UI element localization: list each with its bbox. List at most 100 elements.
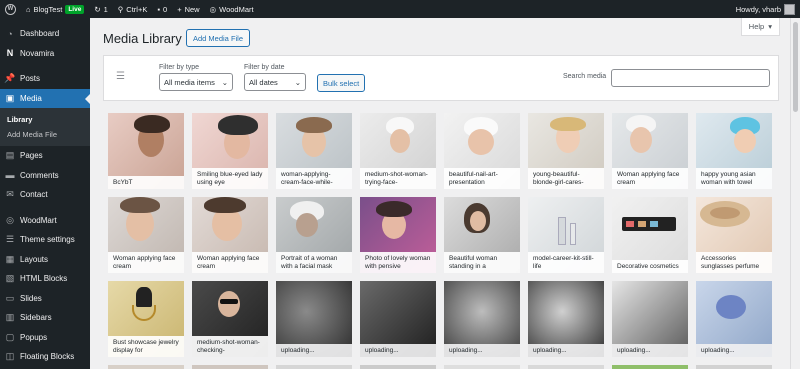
attachment-tile[interactable]: Decorative cosmetics [612, 197, 688, 273]
pages-icon: ▤ [5, 150, 15, 161]
sidebar-item-sidebars[interactable]: ▥ Sidebars [0, 308, 90, 328]
command-palette-menu[interactable]: ⚲ Ctrl+K [113, 0, 153, 18]
attachment-caption: model-career-kit-still-life [528, 252, 604, 273]
attachment-tile[interactable]: medium-shot-woman-trying-face- [360, 113, 436, 189]
scrollbar-thumb[interactable] [793, 22, 798, 112]
chevron-down-icon: ⌄ [221, 77, 228, 87]
attachment-tile[interactable]: beautiful-nail-art-presentation [444, 113, 520, 189]
sidebar-item-comments[interactable]: ▬ Comments [0, 166, 90, 186]
attachment-caption: Portrait of a woman with a facial mask [276, 252, 352, 273]
new-content-menu[interactable]: + New [172, 0, 204, 18]
filter-type-select[interactable]: All media items ⌄ [159, 73, 233, 91]
dashboard-icon: ◔ [7, 28, 13, 39]
sidebar-item-layouts[interactable]: ▦ Layouts [0, 250, 90, 270]
attachment-tile[interactable]: uploading... [360, 281, 436, 357]
sidebar-item-posts[interactable]: 📌 Posts [0, 69, 90, 89]
attachment-tile[interactable]: happy young asian woman with towel [696, 113, 772, 189]
live-badge: Live [65, 4, 85, 14]
sidebar-item-theme-settings[interactable]: ☰ Theme settings [0, 230, 90, 250]
attachment-caption: uploading... [612, 344, 688, 357]
account-menu[interactable]: Howdy, vharb [731, 0, 800, 18]
attachment-tile[interactable]: uploading... [696, 281, 772, 357]
chevron-down-icon: ▾ [768, 22, 772, 31]
media-icon: ▣ [5, 92, 15, 103]
sidebar-item-popups[interactable]: ▢ Popups [0, 328, 90, 348]
attachment-tile[interactable]: uploading... [612, 281, 688, 357]
attachment-tile[interactable]: Beautiful woman standing in a [444, 197, 520, 273]
updates-menu[interactable]: ↻ 1 [89, 0, 112, 18]
search-label: Search media [563, 73, 607, 80]
sidebar-item-dashboard[interactable]: ◔ Dashboard [0, 24, 90, 44]
attachment-caption: uploading... [444, 344, 520, 357]
layouts-icon: ▦ [5, 253, 15, 264]
novamira-icon: N [6, 48, 14, 59]
woodmart-icon: ◎ [209, 4, 217, 14]
filter-date-select[interactable]: All dates ⌄ [244, 73, 306, 91]
view-switcher: ☰ ⊞ [116, 72, 142, 177]
attachment-caption: uploading... [528, 344, 604, 357]
help-label: Help [748, 22, 765, 31]
search-input[interactable] [611, 69, 770, 87]
chevron-down-icon: ⌄ [294, 77, 301, 87]
sidebar-item-html-blocks[interactable]: ▧ HTML Blocks [0, 269, 90, 289]
page-scrollbar[interactable] [790, 18, 800, 369]
sidebars-icon: ▥ [5, 312, 15, 323]
attachment-caption: happy young asian woman with towel [696, 168, 772, 189]
popups-icon: ▢ [5, 331, 15, 342]
comments-icon: ▬ [5, 170, 15, 181]
admin-bar: W ⌂ BlogTest Live ↻ 1 ⚲ Ctrl+K ▪ 0 + New… [0, 0, 800, 18]
list-view-icon[interactable]: ☰ [116, 72, 126, 82]
sidebar-item-slides[interactable]: ▭ Slides [0, 289, 90, 309]
attachment-tile[interactable]: young-beautiful-blonde-girl-cares- [528, 113, 604, 189]
filter-date-group: Filter by date All dates ⌄ [244, 64, 306, 91]
attachment-tile[interactable]: uploading... [528, 281, 604, 357]
attachment-tile[interactable]: Photo of lovely woman with pensive [360, 197, 436, 273]
media-toolbar: ☰ ⊞ Filter by type All media items⌄ Filt… [103, 55, 779, 177]
attachment-caption: Woman applying face cream [612, 168, 688, 189]
attachment-tile[interactable]: uploading... [444, 281, 520, 357]
add-media-file-button[interactable]: Add Media File [186, 29, 251, 47]
woodmart-menu[interactable]: ◎ WoodMart [205, 0, 259, 18]
sidebar-item-contact[interactable]: ✉ Contact [0, 185, 90, 205]
attachment-tile[interactable]: Smiling blue-eyed lady using eye [192, 113, 268, 189]
filter-type-label: Filter by type [159, 64, 200, 71]
comments-menu[interactable]: ▪ 0 [152, 0, 172, 18]
attachment-tile[interactable]: Woman applying face cream [612, 113, 688, 189]
new-label: New [184, 4, 200, 14]
attachment-tile[interactable]: Woman applying face cream [108, 197, 184, 273]
attachment-tile[interactable]: Woman applying face cream [192, 197, 268, 273]
sidebar-item-woodmart[interactable]: ◎ WoodMart [0, 211, 90, 231]
attachment-caption: BcYbT [108, 176, 184, 189]
attachment-caption: Woman applying face cream [108, 252, 184, 273]
sidebar-item-floating-blocks[interactable]: ◫ Floating Blocks [0, 347, 90, 367]
attachment-caption: woman-applying-cream-face-while- [276, 168, 352, 189]
shortcut-label: Ctrl+K [126, 4, 148, 14]
sidebar-item-novamira[interactable]: N Novamira [0, 44, 90, 64]
attachment-tile[interactable]: BcYbT [108, 113, 184, 189]
attachment-tile[interactable]: medium-shot-woman-checking- [192, 281, 268, 357]
site-name-menu[interactable]: ⌂ BlogTest Live [21, 0, 89, 18]
filter-type-group: Filter by type All media items ⌄ [159, 64, 233, 91]
attachment-caption: Accessories sunglasses perfume [696, 252, 772, 273]
attachment-caption: uploading... [360, 344, 436, 357]
attachment-tile[interactable]: Bust showcase jewelry display for [108, 281, 184, 357]
submenu-add-media-file[interactable]: Add Media File [0, 127, 90, 142]
attachment-tile[interactable]: Portrait of a woman with a facial mask [276, 197, 352, 273]
help-button[interactable]: Help ▾ [740, 18, 780, 36]
sidebar-item-media[interactable]: ▣ Media [0, 88, 90, 108]
media-submenu: Library Add Media File [0, 108, 90, 146]
mail-icon: ✉ [6, 189, 14, 200]
home-icon: ⌂ [26, 4, 31, 14]
attachment-caption: medium-shot-woman-trying-face- [360, 168, 436, 189]
wp-logo-menu[interactable]: W [0, 0, 21, 18]
attachment-tile[interactable]: Accessories sunglasses perfume [696, 197, 772, 273]
attachment-tile[interactable]: woman-applying-cream-face-while- [276, 113, 352, 189]
pin-icon: 📌 [4, 73, 16, 84]
attachment-caption: medium-shot-woman-checking- [192, 336, 268, 357]
bulk-select-button[interactable]: Bulk select [317, 74, 366, 92]
attachment-tile[interactable]: uploading... [276, 281, 352, 357]
attachment-tile[interactable]: model-career-kit-still-life [528, 197, 604, 273]
sidebar-item-pages[interactable]: ▤ Pages [0, 146, 90, 166]
site-name: BlogTest [33, 4, 63, 14]
submenu-library[interactable]: Library [0, 112, 90, 127]
